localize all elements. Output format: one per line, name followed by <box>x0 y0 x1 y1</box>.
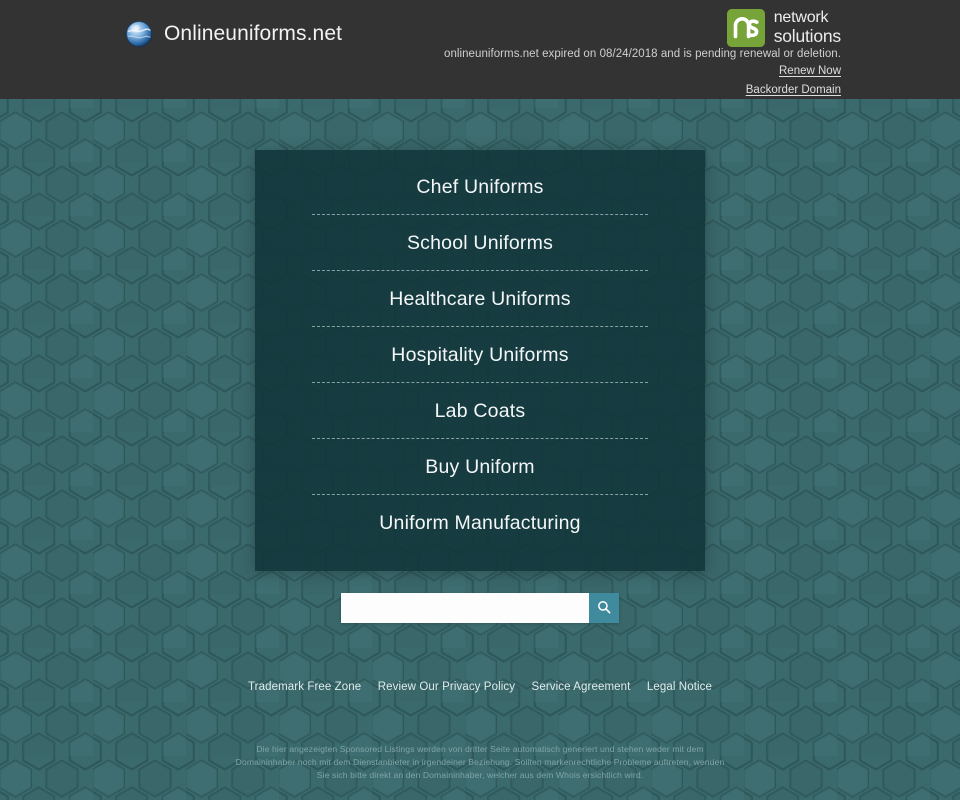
brand: Onlineuniforms.net <box>124 19 342 49</box>
divider <box>312 326 648 327</box>
footer-link-service-agreement[interactable]: Service Agreement <box>532 681 631 693</box>
divider <box>312 270 648 271</box>
ns-word-network: network <box>773 9 829 27</box>
list-item[interactable]: Chef Uniforms <box>255 167 705 207</box>
renew-now-link[interactable]: Renew Now <box>101 63 841 80</box>
search-icon <box>597 600 611 617</box>
brand-title: Onlineuniforms.net <box>164 22 343 45</box>
sponsored-listings-panel: Chef Uniforms School Uniforms Healthcare… <box>255 150 705 571</box>
expiry-notice-block: onlineuniforms.net expired on 08/24/2018… <box>101 47 841 99</box>
panel-link-healthcare-uniforms[interactable]: Healthcare Uniforms <box>389 288 571 311</box>
search-input[interactable] <box>341 593 589 623</box>
disclaimer-text: Die hier angezeigten Sponsored Listings … <box>235 744 725 780</box>
list-item[interactable]: Lab Coats <box>255 391 705 431</box>
backorder-domain-link[interactable]: Backorder Domain <box>101 82 841 99</box>
list-item[interactable]: School Uniforms <box>255 223 705 263</box>
network-solutions-logo[interactable]: network solutions <box>726 9 841 47</box>
page-header: Onlineuniforms.net network solutions onl… <box>0 0 960 99</box>
panel-link-chef-uniforms[interactable]: Chef Uniforms <box>416 176 543 199</box>
panel-link-uniform-manufacturing[interactable]: Uniform Manufacturing <box>379 512 580 535</box>
expiry-notice-text: onlineuniforms.net expired on 08/24/2018… <box>444 48 841 60</box>
panel-link-school-uniforms[interactable]: School Uniforms <box>407 232 553 255</box>
panel-link-lab-coats[interactable]: Lab Coats <box>435 400 526 423</box>
panel-link-hospitality-uniforms[interactable]: Hospitality Uniforms <box>391 344 568 367</box>
footer-link-review-our-privacy-policy[interactable]: Review Our Privacy Policy <box>378 681 515 693</box>
divider <box>312 494 648 495</box>
panel-link-buy-uniform[interactable]: Buy Uniform <box>425 456 534 479</box>
globe-icon <box>124 19 154 49</box>
network-solutions-block: network solutions <box>726 9 841 52</box>
list-item[interactable]: Healthcare Uniforms <box>255 279 705 319</box>
search-bar <box>341 593 619 623</box>
list-item[interactable]: Uniform Manufacturing <box>255 503 705 543</box>
ns-word-solutions: solutions <box>773 26 841 47</box>
ns-wordmark: network solutions <box>774 10 841 46</box>
footer-link-legal-notice[interactable]: Legal Notice <box>647 681 712 693</box>
divider <box>312 214 648 215</box>
list-item[interactable]: Hospitality Uniforms <box>255 335 705 375</box>
divider <box>312 382 648 383</box>
divider <box>312 438 648 439</box>
footer-links: Trademark Free Zone Review Our Privacy P… <box>0 677 960 695</box>
list-item[interactable]: Buy Uniform <box>255 447 705 487</box>
search-button[interactable] <box>589 593 619 623</box>
ns-mark-icon <box>726 9 765 47</box>
footer-link-trademark-free-zone[interactable]: Trademark Free Zone <box>248 681 361 693</box>
